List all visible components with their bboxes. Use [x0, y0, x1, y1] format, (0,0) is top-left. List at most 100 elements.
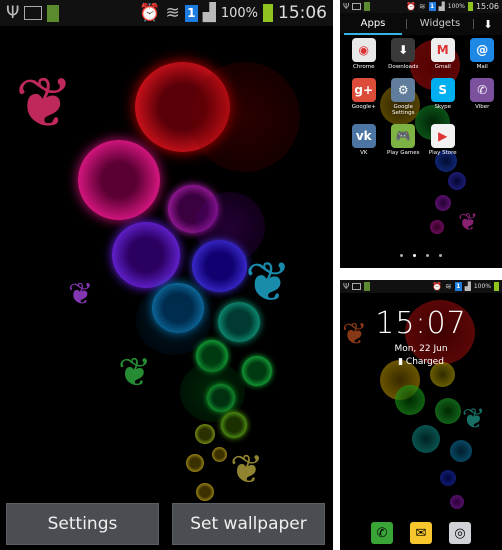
bubble-yellow-2: [212, 447, 227, 462]
set-wallpaper-button[interactable]: Set wallpaper: [172, 503, 325, 545]
messages-icon[interactable]: ✉: [410, 522, 432, 544]
app-gmail[interactable]: M Gmail: [423, 38, 463, 70]
page-dot[interactable]: [439, 254, 442, 257]
bubble-lime: [195, 424, 215, 444]
lock-date: Mon, 22 Jun: [394, 344, 448, 354]
app-chrome[interactable]: ◉ Chrome: [344, 38, 384, 70]
wallpaper-bubble: [450, 495, 464, 509]
app-play-store[interactable]: ▶ Play Store: [423, 124, 463, 156]
lock-screen: Ψ ⏰ ≋ 1 ▟ 100% ❦ ❦ 15:07 Mon, 22 Jun ▮ C…: [340, 280, 502, 550]
alarm-icon: ⏰: [139, 2, 161, 23]
gmail-icon: M: [430, 38, 455, 62]
lock-clock: 15:07: [375, 306, 467, 341]
download-icon[interactable]: ⬇: [474, 18, 502, 31]
skype-icon: S: [430, 78, 455, 103]
wifi-icon: ≋: [418, 1, 426, 11]
app-google-[interactable]: g+ Google+: [344, 78, 384, 116]
bubble-yellow-1: [186, 454, 204, 472]
wallpaper-bubble: [435, 195, 451, 211]
wallpaper-bubble: [412, 425, 440, 453]
wifi-icon: ≋: [165, 2, 180, 23]
wallpaper-bubble: [448, 172, 466, 190]
alarm-icon: ⏰: [432, 281, 442, 291]
app-drawer-screen: Ψ ⏰ ≋ 1 ▟ 100% 15:06 Apps Widgets ⬇ ❦ ◉ C…: [340, 0, 502, 268]
app-label: Google Settings: [391, 104, 415, 117]
app-label: Google+: [351, 104, 376, 111]
butterfly-magenta: ❦: [458, 208, 479, 236]
signal-icon: ▟: [202, 2, 216, 23]
status-time: 15:06: [475, 2, 499, 11]
battery-notification-icon: [47, 4, 60, 22]
status-time: 15:06: [278, 3, 327, 23]
bubble-pink: [78, 140, 160, 220]
charge-status-text: Charged: [405, 357, 444, 367]
app-play-games[interactable]: 🎮 Play Games: [384, 124, 424, 156]
status-bar: Ψ ⏰ ≋ 1 ▟ 100% 15:06: [340, 0, 502, 13]
battery-icon: [263, 4, 273, 22]
bubble-green-4: [221, 412, 247, 438]
battery-percent: 100%: [220, 5, 258, 21]
sim-badge-icon: 1: [184, 4, 198, 22]
battery-notification-icon: [364, 282, 371, 291]
bubble-red-glow: [190, 62, 300, 172]
bubble-green-3: [207, 384, 235, 412]
app-mail[interactable]: @ Mail: [463, 38, 502, 70]
phone-icon[interactable]: ✆: [371, 522, 393, 544]
signal-icon: ▟: [438, 1, 445, 11]
google-plus-icon: g+: [351, 78, 376, 103]
camera-icon[interactable]: ◎: [449, 522, 471, 544]
page-indicator: [340, 254, 502, 257]
wallpaper-bubble: [395, 385, 425, 415]
status-bar: Ψ ⏰ ≋ 1 ▟ 100% 15:06: [0, 0, 333, 26]
butterfly-green: ❦: [118, 350, 152, 396]
app-label: Viber: [475, 104, 490, 111]
gallery-notification-icon: [352, 283, 362, 290]
bubble-indigo: [192, 240, 247, 292]
status-bar: Ψ ⏰ ≋ 1 ▟ 100%: [340, 280, 502, 293]
app-label: Chrome: [352, 64, 375, 70]
app-vk[interactable]: vk VK: [344, 124, 384, 156]
app-label: Play Store: [428, 150, 457, 157]
downloads-icon: ⬇: [391, 38, 416, 62]
charge-status: ▮ Charged: [340, 357, 502, 367]
battery-percent: 100%: [473, 283, 491, 290]
app-skype[interactable]: S Skype: [423, 78, 463, 116]
wallpaper-bubble: [430, 220, 444, 234]
viber-icon: ✆: [470, 78, 495, 103]
butterfly-pink: ❦: [15, 62, 74, 144]
battery-notification-icon: [364, 2, 371, 11]
usb-icon: Ψ: [343, 281, 350, 291]
app-label: Skype: [434, 104, 452, 111]
wallpaper-bubble: [435, 398, 461, 424]
wifi-icon: ≋: [444, 281, 452, 291]
usb-icon: Ψ: [6, 2, 20, 23]
app-downloads[interactable]: ⬇ Downloads: [384, 38, 424, 70]
tab-widgets[interactable]: Widgets: [407, 13, 473, 35]
sim-badge-icon: 1: [428, 2, 436, 11]
settings-button[interactable]: Settings: [6, 503, 159, 545]
page-dot[interactable]: [426, 254, 429, 257]
drawer-tabs: Apps Widgets ⬇: [340, 13, 502, 35]
sim-badge-icon: 1: [454, 282, 462, 291]
bubble-yellow-3: [196, 483, 214, 501]
vk-icon: vk: [351, 124, 376, 149]
butterfly-purple: ❦: [68, 277, 94, 312]
tab-apps[interactable]: Apps: [340, 13, 406, 35]
wallpaper-preview: Ψ ⏰ ≋ 1 ▟ 100% 15:06 ❦ ❦ ❦ ❦ ❦ Settings …: [0, 0, 333, 550]
app-label: VK: [360, 150, 368, 157]
battery-charged-icon: ▮: [398, 357, 404, 367]
chrome-icon: ◉: [351, 38, 376, 62]
gallery-notification-icon: [24, 6, 43, 20]
alarm-icon: ⏰: [405, 1, 416, 11]
signal-icon: ▟: [464, 281, 471, 291]
page-dot[interactable]: [400, 254, 403, 257]
butterfly-cyan: ❦: [245, 250, 292, 314]
bubble-green-2: [242, 356, 272, 386]
wallpaper-bubble: [450, 440, 472, 462]
app-google-settings[interactable]: ⚙ Google Settings: [384, 78, 424, 116]
play-games-icon: 🎮: [391, 124, 416, 149]
google-settings-icon: ⚙: [391, 78, 416, 103]
app-viber[interactable]: ✆ Viber: [463, 78, 502, 116]
mail-icon: @: [470, 38, 495, 62]
page-dot[interactable]: [413, 254, 416, 257]
